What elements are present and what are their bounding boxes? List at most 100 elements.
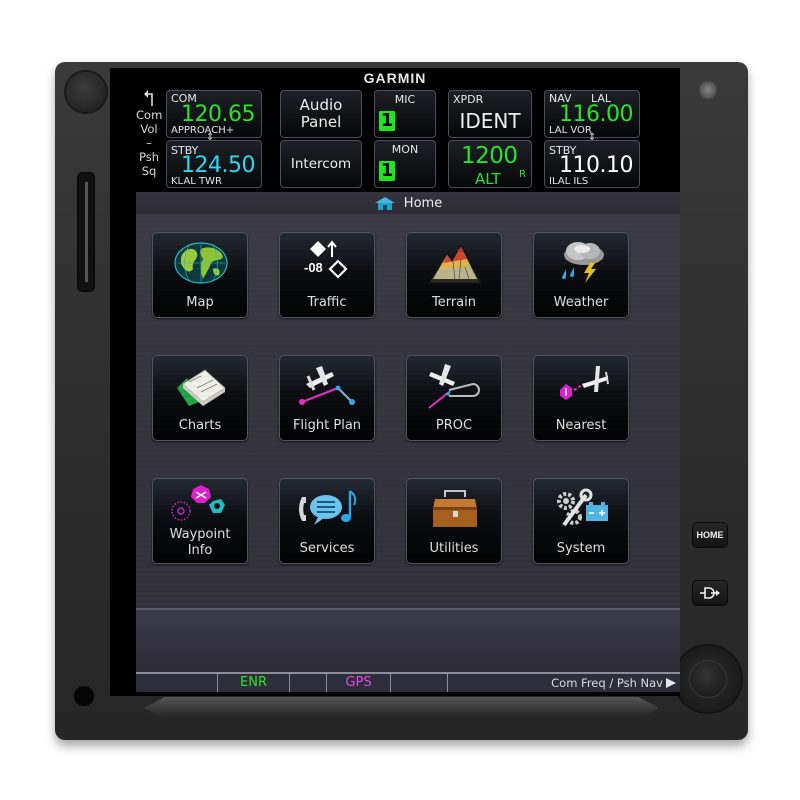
procedure-icon xyxy=(428,364,480,409)
app-grid: Map -08 Traffic Terrain Weather Charts F… xyxy=(136,214,680,608)
hint-line: Psh xyxy=(138,150,159,164)
com-standby-tile[interactable]: STBY 124.50 KLAL TWR xyxy=(166,140,262,188)
hint-line: Vol xyxy=(140,122,158,136)
status-segment xyxy=(136,674,218,692)
app-button-system[interactable]: System xyxy=(533,478,629,564)
app-label: Services xyxy=(299,541,355,556)
sd-card xyxy=(85,182,88,282)
status-bar: ENR GPS Com Freq / Psh Nav xyxy=(136,672,680,692)
app-label: PROC xyxy=(435,418,473,433)
app-label: Utilities xyxy=(429,541,479,556)
page-title-bar: Home xyxy=(136,192,680,214)
app-label: System xyxy=(556,541,606,556)
knob-function-hint: Com Vol – Psh Sq xyxy=(136,88,162,178)
toolbox-icon xyxy=(433,490,477,527)
charts-icon xyxy=(177,369,226,406)
volume-knob[interactable] xyxy=(66,72,106,112)
lower-panel xyxy=(136,610,680,672)
app-button-proc[interactable]: PROC xyxy=(406,355,502,441)
play-arrow-icon xyxy=(666,678,676,688)
audio-panel-label: Audio Panel xyxy=(299,96,343,131)
back-arrow-icon xyxy=(144,90,153,106)
status-segment xyxy=(391,674,448,692)
hint-line: Com xyxy=(136,108,163,122)
traffic-icon: -08 xyxy=(304,240,348,279)
nav-standby-frequency: 110.10 xyxy=(559,153,633,178)
com-active-station: APPROACH+ xyxy=(171,125,235,136)
app-button-waypoint-info[interactable]: Waypoint Info xyxy=(152,478,248,564)
app-label: Charts xyxy=(178,418,222,433)
app-button-terrain[interactable]: Terrain xyxy=(406,232,502,318)
light-sensor xyxy=(698,80,718,100)
app-button-utilities[interactable]: Utilities xyxy=(406,478,502,564)
globe-icon xyxy=(174,242,228,284)
status-segment xyxy=(290,674,327,692)
sd-card-slot[interactable] xyxy=(77,172,95,292)
knob-hint-label: Com Freq / Psh Nav xyxy=(551,676,663,690)
xpdr-reply-indicator: R xyxy=(519,169,526,180)
nav-active-frequency: 116.00 xyxy=(559,102,633,127)
weather-icon xyxy=(562,242,604,283)
direct-to-icon xyxy=(700,587,720,599)
xpdr-code-button[interactable]: 1200 ALT R xyxy=(448,140,532,188)
page-title: Home xyxy=(403,195,443,211)
app-label-line-2: Info xyxy=(187,543,213,558)
com-standby-station: KLAL TWR xyxy=(171,176,222,187)
hint-line: Sq xyxy=(141,164,157,178)
terrain-icon xyxy=(428,243,482,284)
app-label: Terrain xyxy=(431,295,476,310)
flight-plan-icon xyxy=(299,366,355,405)
intercom-label: Intercom xyxy=(290,156,352,172)
nearest-icon xyxy=(560,366,609,400)
garmin-logo: GARMIN xyxy=(363,70,427,86)
system-icon xyxy=(557,488,608,527)
app-button-flight-plan[interactable]: Flight Plan xyxy=(279,355,375,441)
home-hardware-button[interactable]: HOME xyxy=(692,522,728,548)
home-button-label: HOME xyxy=(696,530,724,540)
app-label: Nearest xyxy=(555,418,607,433)
mic-select-button[interactable]: MIC 1 xyxy=(374,90,436,138)
waypoint-info-icon xyxy=(171,485,225,521)
mon-select-button[interactable]: MON 1 xyxy=(374,140,436,188)
app-label: Weather xyxy=(553,295,609,310)
nav-standby-station: ILAL ILS xyxy=(549,176,589,187)
mon-selected-indicator: 1 xyxy=(379,160,395,181)
mic-selected-indicator: 1 xyxy=(379,110,395,131)
nav-active-station: LAL VOR xyxy=(549,125,592,136)
dual-concentric-knob-inner[interactable] xyxy=(690,661,726,697)
ident-label: IDENT xyxy=(459,109,521,133)
app-button-services[interactable]: Services xyxy=(279,478,375,564)
traffic-altitude: -08 xyxy=(304,260,323,275)
app-label: Traffic xyxy=(307,295,347,310)
services-icon xyxy=(299,490,357,525)
nav-active-tile[interactable]: NAV LAL 116.00 LAL VOR xyxy=(544,90,640,138)
app-button-nearest[interactable]: Nearest xyxy=(533,355,629,441)
knob-hint: Com Freq / Psh Nav xyxy=(551,674,676,692)
nav-standby-tile[interactable]: STBY 110.10 ILAL ILS xyxy=(544,140,640,188)
hint-line: – xyxy=(146,136,152,150)
app-button-charts[interactable]: Charts xyxy=(152,355,248,441)
xpdr-ident-button[interactable]: XPDR IDENT xyxy=(448,90,532,138)
mic-label: MIC xyxy=(394,93,416,106)
direct-to-hardware-button[interactable] xyxy=(692,580,728,606)
mon-label: MON xyxy=(391,143,419,156)
intercom-button[interactable]: Intercom xyxy=(280,140,362,188)
audio-panel-button[interactable]: Audio Panel xyxy=(280,90,362,138)
nav-source-indicator: GPS xyxy=(327,674,391,692)
app-button-traffic[interactable]: -08 Traffic xyxy=(279,232,375,318)
xpdr-mode: ALT xyxy=(475,170,501,188)
squawk-code: 1200 xyxy=(461,143,518,169)
mounting-screw-hole xyxy=(74,686,94,706)
com-active-frequency: 120.65 xyxy=(181,102,255,127)
app-label-line-1: Waypoint xyxy=(169,527,231,542)
touchscreen: GARMIN Com Vol – Psh Sq COM 120.65 APPRO… xyxy=(110,68,680,696)
com-standby-frequency: 124.50 xyxy=(181,153,255,178)
app-label: Flight Plan xyxy=(292,418,362,433)
home-icon xyxy=(374,197,395,210)
app-label: Map xyxy=(186,295,214,310)
flight-phase-indicator: ENR xyxy=(218,674,290,692)
com-active-tile[interactable]: COM 120.65 APPROACH+ xyxy=(166,90,262,138)
app-button-weather[interactable]: Weather xyxy=(533,232,629,318)
app-button-map[interactable]: Map xyxy=(152,232,248,318)
bezel-bottom-lip xyxy=(144,697,659,719)
